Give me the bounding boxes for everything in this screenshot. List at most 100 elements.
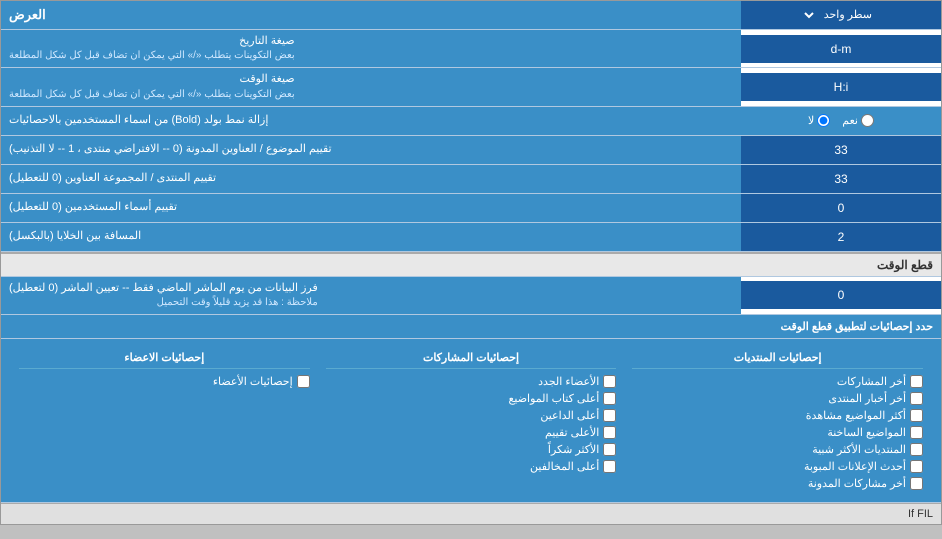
time-format-sub-label: بعض التكوينات يتطلب «/» التي يمكن ان تضا…	[9, 88, 295, 102]
forum-order-label: تقييم المنتدى / المجموعة العناوين (0 للت…	[1, 165, 741, 193]
cutoff-label: فرز البيانات من يوم الماشر الماضي فقط --…	[1, 277, 741, 314]
cutoff-main-label: فرز البيانات من يوم الماشر الماضي فقط --…	[9, 281, 318, 296]
bold-radio-yes[interactable]	[861, 114, 874, 127]
bold-radio-no-label[interactable]: لا	[808, 114, 830, 127]
user-order-input-wrapper[interactable]	[741, 194, 941, 222]
main-container: سطر واحد سطرين ثلاثة أسطر العرض صيغة الت…	[0, 0, 942, 525]
user-order-input[interactable]	[745, 201, 937, 215]
recent-ads-label[interactable]: أحدث الإعلانات المبوبة	[804, 460, 906, 473]
display-select[interactable]: سطر واحد سطرين ثلاثة أسطر	[802, 7, 880, 23]
list-item: المواضيع الساخنة	[632, 424, 923, 441]
header-row: سطر واحد سطرين ثلاثة أسطر العرض	[1, 1, 941, 30]
cutoff-row: فرز البيانات من يوم الماشر الماضي فقط --…	[1, 277, 941, 315]
new-members-label[interactable]: الأعضاء الجدد	[538, 375, 599, 388]
latest-topics-checkbox[interactable]	[910, 426, 923, 439]
most-viewed-label[interactable]: أكثر المواضيع مشاهدة	[806, 409, 906, 422]
bold-radio-yes-label[interactable]: نعم	[842, 114, 874, 127]
list-item: أحدث الإعلانات المبوبة	[632, 458, 923, 475]
similar-forums-label[interactable]: المنتديات الأكثر شبية	[812, 443, 906, 456]
forum-order-input-wrapper[interactable]	[741, 165, 941, 193]
page-title: العرض	[1, 1, 741, 29]
topic-order-label: تقييم الموضوع / العناوين المدونة (0 -- ا…	[1, 136, 741, 164]
top-online-checkbox[interactable]	[603, 409, 616, 422]
bold-radio-no[interactable]	[817, 114, 830, 127]
top-posters-checkbox[interactable]	[603, 392, 616, 405]
stats-members-label[interactable]: إحصائيات الأعضاء	[213, 375, 293, 388]
time-format-label: صيغة الوقت بعض التكوينات يتطلب «/» التي …	[1, 68, 741, 105]
cutoff-input-wrapper[interactable]	[741, 281, 941, 309]
list-item: إحصائيات الأعضاء	[19, 373, 310, 390]
forum-order-row: تقييم المنتدى / المجموعة العناوين (0 للت…	[1, 165, 941, 194]
date-format-label: صيغة التاريخ بعض التكوينات يتطلب «/» الت…	[1, 30, 741, 67]
bold-radio-section: نعم لا	[741, 107, 941, 135]
user-order-row: تقييم أسماء المستخدمين (0 للتعطيل)	[1, 194, 941, 223]
time-format-input-wrapper[interactable]	[741, 73, 941, 101]
forum-news-checkbox[interactable]	[910, 392, 923, 405]
topic-order-input[interactable]	[745, 143, 937, 157]
footer-text: If FIL	[1, 503, 941, 524]
col1-section: إحصائيات المنتديات أخر المشاركات أخر أخب…	[624, 345, 931, 496]
list-item: أعلى الداعين	[326, 407, 617, 424]
forum-news-label[interactable]: أخر أخبار المنتدى	[828, 392, 906, 405]
latest-posts-checkbox[interactable]	[910, 375, 923, 388]
checkbox-grid: إحصائيات المنتديات أخر المشاركات أخر أخب…	[11, 345, 931, 496]
time-format-main-label: صيغة الوقت	[9, 72, 295, 87]
date-format-sub-label: بعض التكوينات يتطلب «/» التي يمكن ان تضا…	[9, 49, 295, 63]
stats-limit-label: حدد إحصائيات لتطبيق قطع الوقت	[1, 316, 941, 337]
col3-header: إحصائيات الاعضاء	[19, 349, 310, 369]
cell-spacing-input-wrapper[interactable]	[741, 223, 941, 251]
col2-section: إحصائيات المشاركات الأعضاء الجدد أعلى كت…	[318, 345, 625, 496]
most-thanks-label[interactable]: الأكثر شكراً	[548, 443, 599, 456]
user-order-label: تقييم أسماء المستخدمين (0 للتعطيل)	[1, 194, 741, 222]
cell-spacing-row: المسافة بين الخلايا (بالبكسل)	[1, 223, 941, 252]
bold-remove-row: نعم لا إزالة نمط بولد (Bold) من اسماء ال…	[1, 107, 941, 136]
cell-spacing-input[interactable]	[745, 230, 937, 244]
most-viewed-checkbox[interactable]	[910, 409, 923, 422]
latest-posts-label[interactable]: أخر المشاركات	[837, 375, 906, 388]
list-item: المنتديات الأكثر شبية	[632, 441, 923, 458]
top-online-label[interactable]: أعلى الداعين	[540, 409, 599, 422]
list-item: أعلى المخالفين	[326, 458, 617, 475]
top-posters-label[interactable]: أعلى كتاب المواضيع	[509, 392, 600, 405]
bold-remove-label: إزالة نمط بولد (Bold) من اسماء المستخدمي…	[1, 107, 741, 135]
date-format-input-wrapper[interactable]	[741, 35, 941, 63]
new-members-checkbox[interactable]	[603, 375, 616, 388]
date-format-input[interactable]	[745, 42, 937, 56]
list-item: الأكثر شكراً	[326, 441, 617, 458]
list-item: أعلى كتاب المواضيع	[326, 390, 617, 407]
latest-topics-label[interactable]: المواضيع الساخنة	[827, 426, 906, 439]
top-ignored-checkbox[interactable]	[603, 460, 616, 473]
noted-contributions-label[interactable]: أخر مشاركات المدونة	[808, 477, 906, 490]
col2-header: إحصائيات المشاركات	[326, 349, 617, 369]
top-ignored-label[interactable]: أعلى المخالفين	[530, 460, 599, 473]
list-item: الأعضاء الجدد	[326, 373, 617, 390]
col1-header: إحصائيات المنتديات	[632, 349, 923, 369]
top-rated-label[interactable]: الأعلى تقييم	[545, 426, 599, 439]
time-format-row: صيغة الوقت بعض التكوينات يتطلب «/» التي …	[1, 68, 941, 106]
topic-order-row: تقييم الموضوع / العناوين المدونة (0 -- ا…	[1, 136, 941, 165]
col3-section: إحصائيات الاعضاء إحصائيات الأعضاء	[11, 345, 318, 496]
cutoff-input[interactable]	[745, 288, 937, 302]
list-item: أخر أخبار المنتدى	[632, 390, 923, 407]
list-item: أكثر المواضيع مشاهدة	[632, 407, 923, 424]
noted-contributions-checkbox[interactable]	[910, 477, 923, 490]
most-thanks-checkbox[interactable]	[603, 443, 616, 456]
cutoff-sub-label: ملاحظة : هذا قد يزيد قليلاً وقت التحميل	[9, 296, 318, 310]
similar-forums-checkbox[interactable]	[910, 443, 923, 456]
checkboxes-area: إحصائيات المنتديات أخر المشاركات أخر أخب…	[1, 339, 941, 503]
list-item: أخر المشاركات	[632, 373, 923, 390]
display-select-wrapper[interactable]: سطر واحد سطرين ثلاثة أسطر	[741, 1, 941, 29]
cutoff-section-header: قطع الوقت	[1, 252, 941, 277]
bold-no-text: لا	[808, 114, 814, 127]
stats-limit-row: حدد إحصائيات لتطبيق قطع الوقت	[1, 315, 941, 339]
recent-ads-checkbox[interactable]	[910, 460, 923, 473]
topic-order-input-wrapper[interactable]	[741, 136, 941, 164]
bold-yes-text: نعم	[842, 114, 858, 127]
stats-members-checkbox[interactable]	[297, 375, 310, 388]
time-format-input[interactable]	[745, 80, 937, 94]
cell-spacing-label: المسافة بين الخلايا (بالبكسل)	[1, 223, 741, 251]
top-rated-checkbox[interactable]	[603, 426, 616, 439]
date-format-row: صيغة التاريخ بعض التكوينات يتطلب «/» الت…	[1, 30, 941, 68]
forum-order-input[interactable]	[745, 172, 937, 186]
list-item: أخر مشاركات المدونة	[632, 475, 923, 492]
